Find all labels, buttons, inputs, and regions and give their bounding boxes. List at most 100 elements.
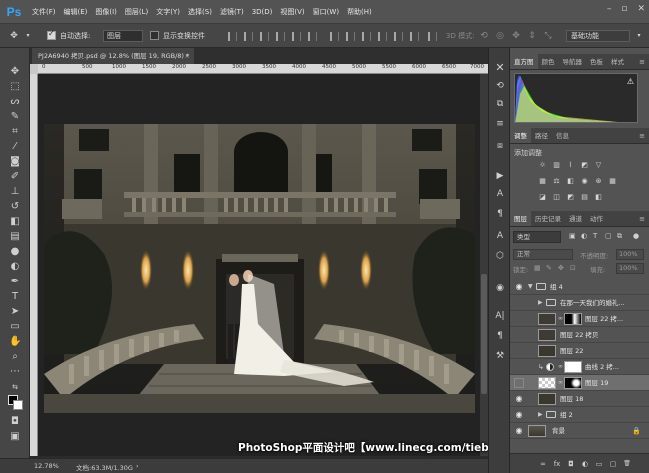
visibility-empty-icon[interactable] — [514, 330, 524, 340]
quick-mask-icon[interactable]: ◘ — [9, 416, 21, 428]
chevron-down-icon[interactable]: ▼ — [528, 282, 536, 292]
warning-icon[interactable]: ⚠ — [627, 77, 634, 86]
invert-icon[interactable]: ◪ — [538, 193, 547, 202]
menu-window[interactable]: 窗口(W) — [309, 7, 343, 17]
new-layer-icon[interactable]: ▢ — [608, 459, 618, 469]
align-vcenter-icon[interactable] — [244, 32, 253, 41]
lasso-tool-icon[interactable]: ᔕ — [9, 96, 21, 108]
layer-row[interactable]: ▶ 在那一天我们的婚礼... — [510, 295, 649, 311]
link-icon[interactable]: ∞ — [538, 459, 548, 469]
auto-align-icon[interactable] — [428, 32, 437, 41]
menu-image[interactable]: 图像(I) — [91, 7, 121, 17]
opacity-input[interactable]: 100% — [616, 249, 644, 260]
visibility-empty-icon[interactable] — [514, 346, 524, 356]
visibility-eye-icon[interactable]: ◉ — [514, 282, 524, 292]
pen-tool-icon[interactable]: ✒ — [9, 276, 21, 288]
visibility-eye-icon[interactable]: ◉ — [514, 410, 524, 420]
tab-styles[interactable]: 样式 — [607, 54, 628, 69]
gradient-map-icon[interactable]: ▤ — [580, 193, 589, 202]
chevron-right-icon[interactable]: ▶ — [538, 298, 546, 308]
gradient-tool-icon[interactable]: ▤ — [9, 231, 21, 243]
lock-position-icon[interactable]: ✥ — [558, 264, 567, 273]
chevron-right-icon[interactable]: ▶ — [538, 410, 546, 420]
hand-tool-icon[interactable]: ✋ — [9, 336, 21, 348]
dodge-tool-icon[interactable]: ◐ — [9, 261, 21, 273]
crop-tool-icon[interactable]: ⌗ — [9, 126, 21, 138]
screen-mode-icon[interactable]: ▣ — [9, 431, 21, 443]
adjustment-filter-icon[interactable]: ◐ — [581, 232, 590, 241]
visibility-eye-icon[interactable]: ◉ — [514, 394, 524, 404]
align-bottom-icon[interactable] — [260, 32, 269, 41]
visibility-eye-icon[interactable]: ◉ — [514, 426, 524, 436]
type-tool-icon[interactable]: T — [9, 291, 21, 303]
brush-presets-icon[interactable]: ⟲ — [494, 80, 506, 92]
mask-icon[interactable]: ◘ — [566, 459, 576, 469]
channel-mixer-icon[interactable]: ⊛ — [594, 177, 603, 186]
color-balance-icon[interactable]: ⚖ — [552, 177, 561, 186]
layer-comps-icon[interactable]: ≡ — [494, 118, 506, 130]
history-brush-icon[interactable]: ↺ — [9, 201, 21, 213]
timeline-icon[interactable]: ◉ — [494, 282, 506, 294]
brightness-contrast-icon[interactable]: ☼ — [538, 161, 547, 170]
panel-menu-icon[interactable]: ≡ — [639, 211, 645, 227]
brush-tool-icon[interactable]: ✐ — [9, 171, 21, 183]
visibility-empty-icon[interactable] — [514, 298, 524, 308]
auto-select-checkbox[interactable] — [47, 29, 56, 40]
black-white-icon[interactable]: ◧ — [566, 177, 575, 186]
trash-icon[interactable]: 🗑 — [622, 459, 632, 469]
pixel-filter-icon[interactable]: ▣ — [569, 232, 578, 241]
hue-saturation-icon[interactable]: ▦ — [538, 177, 547, 186]
distribute-right-icon[interactable] — [410, 32, 419, 41]
tool-presets-icon[interactable]: ⚒ — [494, 350, 506, 362]
quick-select-tool-icon[interactable]: ✎ — [9, 111, 21, 123]
vertical-ruler[interactable] — [30, 74, 38, 456]
lock-transparency-icon[interactable]: ▦ — [534, 264, 543, 273]
tab-layers[interactable]: 图层 — [510, 211, 531, 226]
paragraph-icon[interactable]: ¶ — [494, 208, 506, 220]
eyedropper-tool-icon[interactable]: ⁄ — [9, 141, 21, 153]
3d-roll-icon[interactable]: ◎ — [494, 30, 506, 42]
brush-settings-icon[interactable]: ✕ — [494, 62, 506, 74]
layer-row-selected[interactable]: ∞ 图层 19 — [510, 375, 649, 391]
tab-swatches[interactable]: 色板 — [586, 54, 607, 69]
background-color-swatch[interactable] — [13, 400, 23, 410]
chevron-down-icon[interactable]: ▾ — [633, 30, 645, 42]
glyphs-icon[interactable]: A — [494, 230, 506, 242]
layer-row[interactable]: ◉ ▶ 组 2 — [510, 407, 649, 423]
actions-icon[interactable]: ▶ — [494, 170, 506, 182]
visibility-empty-icon[interactable] — [514, 314, 524, 324]
3d-drag-icon[interactable]: ✥ — [510, 30, 522, 42]
shape-filter-icon[interactable]: ▢ — [605, 232, 614, 241]
color-lookup-icon[interactable]: ▦ — [608, 177, 617, 186]
move-tool-icon[interactable]: ✥ — [9, 66, 21, 78]
photo-filter-icon[interactable]: ◉ — [580, 177, 589, 186]
layer-row[interactable]: 图层 22 拷贝 — [510, 327, 649, 343]
tab-adjustments[interactable]: 调整 — [510, 128, 531, 143]
status-menu-arrow[interactable]: › — [136, 462, 139, 470]
properties-icon[interactable]: ⧈ — [494, 140, 506, 152]
path-select-icon[interactable]: ➤ — [9, 306, 21, 318]
menu-layer[interactable]: 图层(L) — [121, 7, 152, 17]
document-canvas[interactable] — [44, 124, 475, 413]
smart-object-filter-icon[interactable]: ⧉ — [617, 232, 626, 241]
menu-type[interactable]: 文字(Y) — [152, 7, 184, 17]
layer-kind-dropdown[interactable]: 类型 — [513, 231, 561, 243]
tab-navigator[interactable]: 导航器 — [559, 54, 587, 69]
notes-icon[interactable]: ¶ — [494, 330, 506, 342]
tab-actions[interactable]: 动作 — [586, 211, 607, 226]
align-left-icon[interactable] — [276, 32, 285, 41]
character-icon[interactable]: A — [494, 188, 506, 200]
align-right-icon[interactable] — [308, 32, 317, 41]
tab-histogram[interactable]: 直方图 — [510, 54, 538, 69]
threshold-icon[interactable]: ◩ — [566, 193, 575, 202]
vibrance-icon[interactable]: ▽ — [594, 161, 603, 170]
levels-icon[interactable]: ▥ — [552, 161, 561, 170]
swap-colors-icon[interactable]: ⇆ — [9, 381, 21, 393]
layer-row[interactable]: ◉ ▼ 组 4 — [510, 279, 649, 295]
3d-rotate-icon[interactable]: ⟲ — [478, 30, 490, 42]
fill-input[interactable]: 100% — [616, 263, 644, 274]
healing-brush-icon[interactable]: ◙ — [9, 156, 21, 168]
minimize-icon[interactable]: – — [607, 4, 612, 14]
zoom-level[interactable]: 12.78% — [34, 462, 59, 470]
move-tool-icon[interactable]: ✥ — [8, 30, 20, 42]
